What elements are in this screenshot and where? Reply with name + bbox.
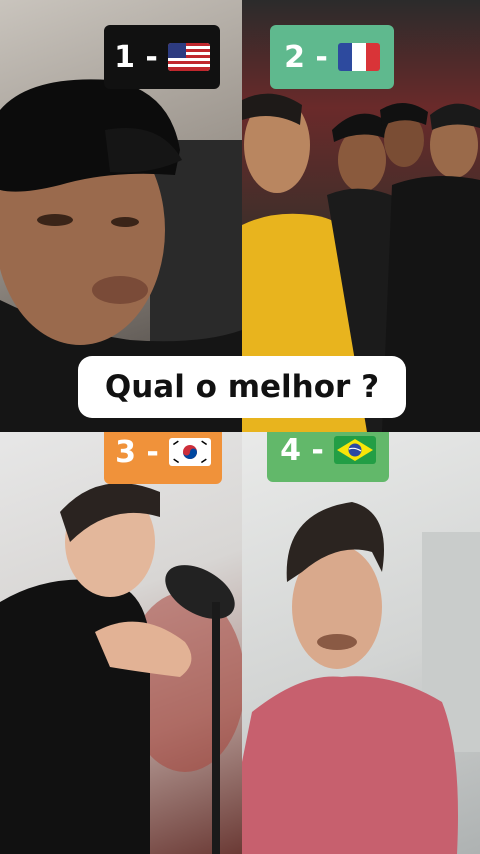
france-flag-icon bbox=[337, 43, 380, 71]
contestant-2-number: 2 - bbox=[284, 39, 328, 75]
performer-3-image bbox=[0, 483, 242, 854]
video-grid: 1 - 2 - 3 - 4 - Qual o melhor ? bbox=[0, 0, 480, 854]
south-korea-flag-icon bbox=[168, 438, 211, 466]
contestant-3-number: 3 - bbox=[115, 434, 159, 470]
brazil-flag-icon bbox=[333, 436, 376, 464]
contestant-2-badge: 2 - bbox=[270, 25, 394, 89]
usa-flag-icon bbox=[167, 43, 210, 71]
contestant-4-number: 4 - bbox=[280, 432, 324, 468]
contestant-4-badge: 4 - bbox=[267, 432, 389, 482]
contestant-1-badge: 1 - bbox=[104, 25, 220, 89]
contestant-1-number: 1 - bbox=[114, 39, 158, 75]
contestant-3-badge: 3 - bbox=[104, 432, 222, 484]
video-tile-4[interactable]: 4 - bbox=[242, 432, 480, 854]
performer-4-image bbox=[242, 502, 480, 854]
question-banner: Qual o melhor ? bbox=[78, 356, 406, 418]
video-tile-3[interactable]: 3 - bbox=[0, 432, 242, 854]
